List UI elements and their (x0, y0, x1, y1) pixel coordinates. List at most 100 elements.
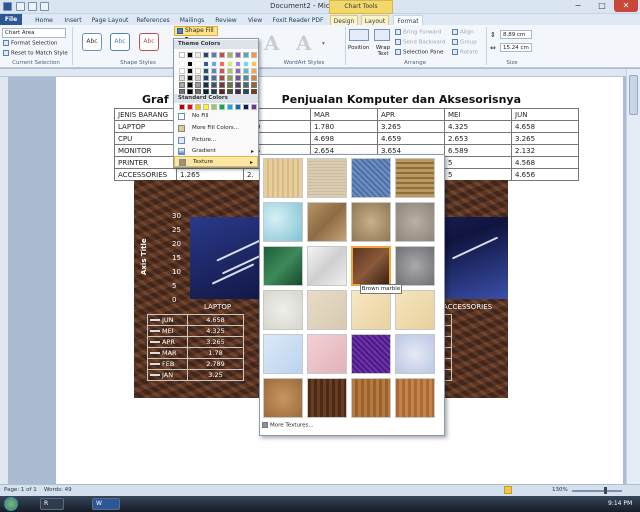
texture-sand[interactable] (395, 202, 435, 242)
shape-style-2[interactable]: Abc (110, 33, 130, 51)
height-input[interactable]: 8.89 cm (500, 30, 532, 39)
shape-fill-button[interactable]: Shape Fill ▾ (174, 26, 218, 42)
texture-stationery[interactable] (395, 290, 435, 330)
bring-forward-button[interactable]: Bring Forward (395, 29, 441, 36)
texture-medium-wood[interactable] (395, 378, 435, 418)
texture-white-marble[interactable] (307, 246, 347, 286)
theme-color-swatch[interactable] (203, 61, 209, 67)
theme-color-swatch[interactable] (219, 52, 225, 58)
reset-style-button[interactable]: Reset to Match Style (3, 50, 68, 57)
table-cell[interactable]: JUN (511, 108, 579, 121)
theme-color-swatch[interactable] (203, 75, 209, 81)
width-input[interactable]: 15.24 cm (500, 43, 532, 52)
theme-color-swatch[interactable] (251, 68, 257, 74)
theme-color-swatch[interactable] (227, 82, 233, 88)
table-cell[interactable]: 4.659 (377, 132, 445, 145)
standard-color-swatch[interactable] (251, 104, 257, 110)
standard-color-swatch[interactable] (227, 104, 233, 110)
table-cell[interactable]: 5 (444, 156, 512, 169)
table-cell[interactable]: MONITOR (114, 144, 177, 157)
theme-color-swatch[interactable] (235, 82, 241, 88)
theme-color-swatch[interactable] (235, 61, 241, 67)
texture-oak[interactable] (351, 378, 391, 418)
horizontal-ruler[interactable] (0, 69, 640, 77)
theme-color-swatch[interactable] (243, 82, 249, 88)
table-cell[interactable]: APR (377, 108, 445, 121)
texture-green-marble[interactable] (263, 246, 303, 286)
wordart-style-2[interactable]: A (296, 31, 312, 55)
close-button[interactable]: ✕ (614, 0, 638, 12)
theme-color-swatch[interactable] (211, 52, 217, 58)
texture-recycled-paper[interactable] (307, 290, 347, 330)
theme-color-swatch[interactable] (243, 61, 249, 67)
texture-parchment[interactable] (351, 290, 391, 330)
theme-color-swatch[interactable] (251, 61, 257, 67)
minimize-button[interactable]: − (566, 0, 590, 12)
theme-color-swatch[interactable] (203, 52, 209, 58)
theme-color-swatch[interactable] (243, 52, 249, 58)
theme-color-swatch[interactable] (227, 68, 233, 74)
zoom-slider-thumb[interactable] (604, 487, 607, 494)
wrap-text-button[interactable]: Wrap Text (374, 45, 392, 57)
table-cell[interactable]: LAPTOP (114, 120, 177, 133)
table-cell[interactable]: 4.568 (511, 156, 579, 169)
theme-color-swatch[interactable] (211, 68, 217, 74)
theme-color-swatch[interactable] (251, 52, 257, 58)
table-cell[interactable]: 4.658 (511, 120, 579, 133)
theme-color-swatch[interactable] (187, 82, 193, 88)
theme-color-swatch[interactable] (195, 52, 201, 58)
table-cell[interactable]: 2.132 (511, 144, 579, 157)
theme-color-swatch[interactable] (227, 61, 233, 67)
texture-item[interactable]: Texture ▸ (174, 156, 258, 167)
theme-color-swatch[interactable] (195, 82, 201, 88)
theme-color-swatch[interactable] (227, 75, 233, 81)
scrollbar-thumb[interactable] (629, 75, 638, 115)
theme-color-swatch[interactable] (187, 68, 193, 74)
texture-canvas[interactable] (307, 158, 347, 198)
no-fill-item[interactable]: No Fill (174, 111, 258, 122)
wordart-style-1[interactable]: A (264, 31, 280, 55)
more-fill-colors-item[interactable]: More Fill Colors... (174, 123, 258, 134)
theme-color-swatch[interactable] (179, 68, 185, 74)
theme-color-swatch[interactable] (211, 61, 217, 67)
table-cell[interactable]: 3.265 (377, 120, 445, 133)
theme-color-swatch[interactable] (243, 75, 249, 81)
theme-color-swatch[interactable] (243, 68, 249, 74)
align-button[interactable]: Align (452, 29, 474, 36)
shape-style-1[interactable]: Abc (82, 33, 102, 51)
start-button[interactable] (4, 497, 18, 511)
standard-color-swatch[interactable] (203, 104, 209, 110)
standard-color-swatch[interactable] (243, 104, 249, 110)
axis-title[interactable]: Axis Title (140, 238, 148, 275)
texture-newsprint[interactable] (263, 290, 303, 330)
theme-color-swatch[interactable] (235, 68, 241, 74)
table-cell[interactable]: ACCESSORIES (114, 168, 177, 181)
theme-color-swatch[interactable] (219, 68, 225, 74)
zoom-level[interactable]: 130% (552, 487, 568, 493)
theme-color-swatch[interactable] (235, 52, 241, 58)
theme-color-swatch[interactable] (219, 61, 225, 67)
texture-fish-fossil[interactable] (351, 202, 391, 242)
group-button[interactable]: Group (452, 39, 477, 46)
texture-paper-bag[interactable] (307, 202, 347, 242)
theme-color-swatch[interactable] (251, 82, 257, 88)
wordart-more-icon[interactable]: ▾ (322, 41, 325, 47)
texture-denim[interactable] (351, 158, 391, 198)
picture-item[interactable]: Picture... (174, 135, 258, 146)
selection-pane-button[interactable]: Selection Pane (395, 49, 443, 56)
theme-color-swatch[interactable] (203, 68, 209, 74)
theme-color-swatch[interactable] (195, 61, 201, 67)
vertical-scrollbar[interactable] (626, 69, 640, 484)
standard-color-swatch[interactable] (179, 104, 185, 110)
theme-color-swatch[interactable] (203, 82, 209, 88)
theme-color-swatch[interactable] (195, 68, 201, 74)
texture-granite[interactable] (395, 246, 435, 286)
standard-color-swatch[interactable] (219, 104, 225, 110)
chart-elements-dropdown[interactable]: Chart Area (2, 28, 66, 38)
theme-color-swatch[interactable] (211, 75, 217, 81)
taskbar-app-r[interactable]: R (40, 498, 64, 510)
table-cell[interactable]: 5 (444, 168, 512, 181)
texture-woven-mat[interactable] (395, 158, 435, 198)
table-cell[interactable]: 3.265 (511, 132, 579, 145)
texture-brown-marble[interactable] (351, 246, 391, 286)
